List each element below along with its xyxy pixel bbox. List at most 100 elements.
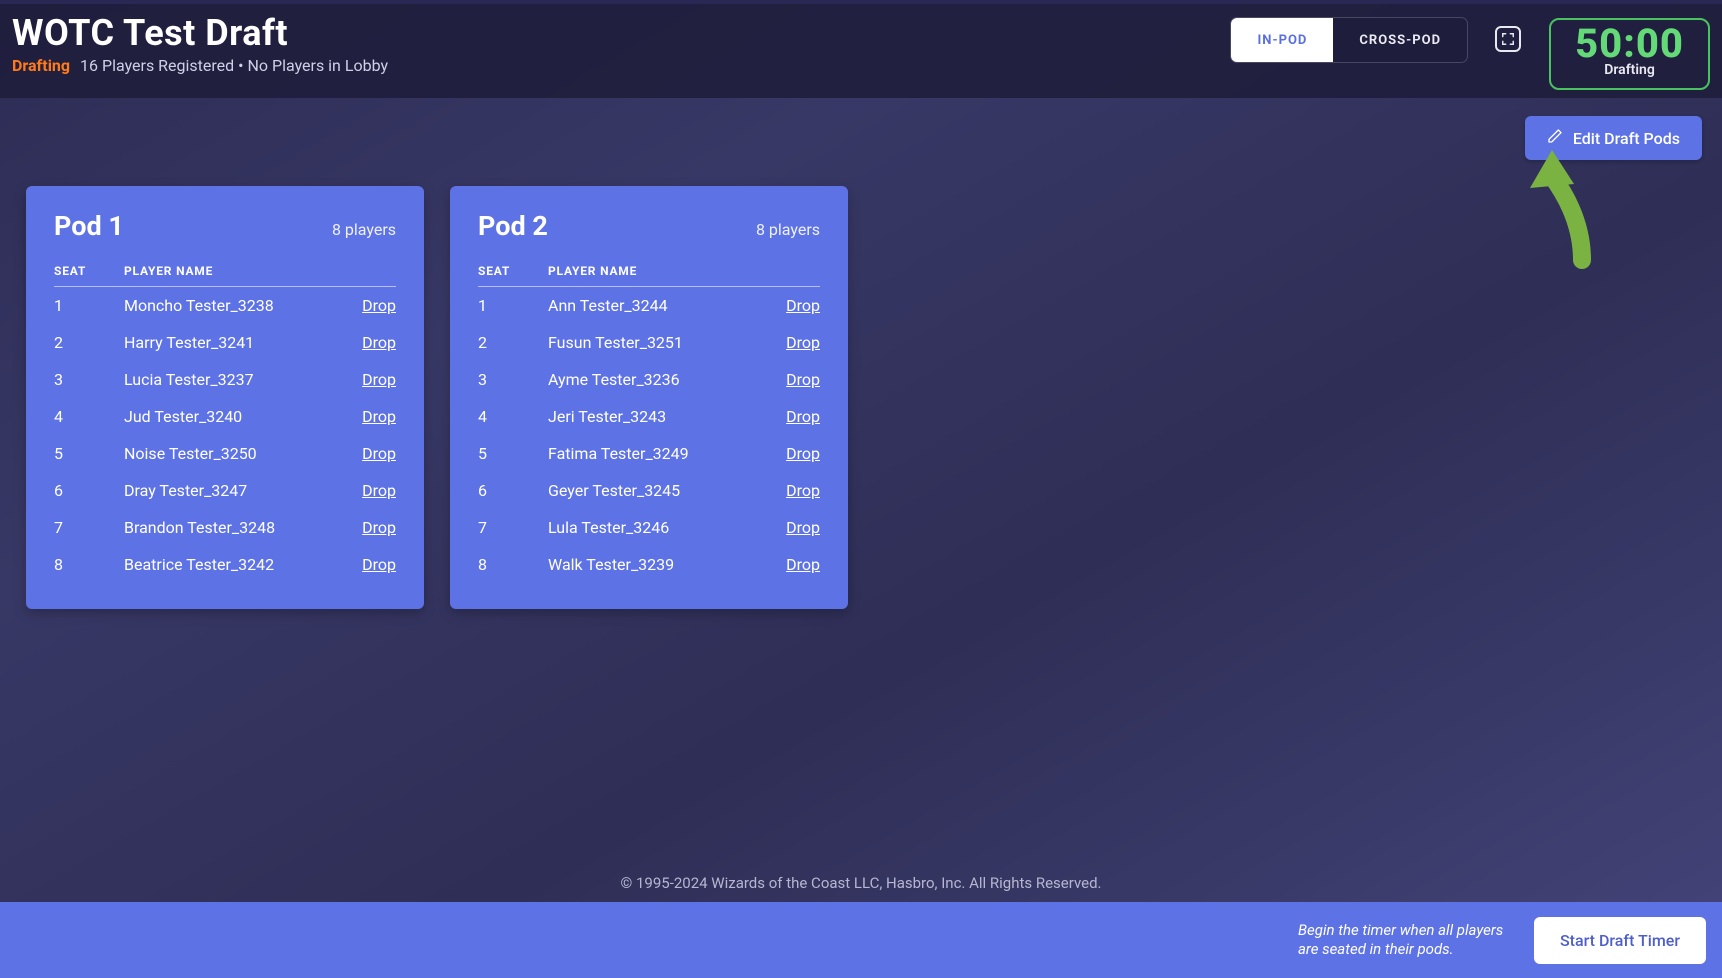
table-row: 4Jud Tester_3240Drop — [54, 398, 396, 435]
pod-table: SEATPLAYER NAME1Moncho Tester_3238Drop2H… — [54, 264, 396, 583]
col-header-player-name: PLAYER NAME — [548, 264, 760, 278]
table-row: 7Brandon Tester_3248Drop — [54, 509, 396, 546]
player-name: Harry Tester_3241 — [124, 333, 336, 352]
col-header-seat: SEAT — [54, 264, 124, 278]
player-name: Jeri Tester_3243 — [548, 407, 760, 426]
seat-number: 5 — [478, 444, 548, 463]
pod-header: Pod 1 8 players — [54, 210, 396, 242]
player-name: Lula Tester_3246 — [548, 518, 760, 537]
col-header-seat: SEAT — [478, 264, 548, 278]
seat-number: 2 — [478, 333, 548, 352]
subtitle-row: Drafting 16 Players Registered • No Play… — [12, 56, 388, 75]
seat-number: 8 — [478, 555, 548, 574]
player-name: Fatima Tester_3249 — [548, 444, 760, 463]
player-name: Fusun Tester_3251 — [548, 333, 760, 352]
pencil-icon — [1547, 128, 1563, 148]
table-row: 3Ayme Tester_3236Drop — [478, 361, 820, 398]
view-toggle-group: IN-POD CROSS-POD — [1231, 18, 1467, 62]
pod-card: Pod 2 8 players SEATPLAYER NAME 1Ann Tester… — [450, 186, 848, 609]
player-name: Walk Tester_3239 — [548, 555, 760, 574]
header-right: IN-POD CROSS-POD 50:00 Drafting — [1231, 18, 1710, 90]
drop-button[interactable]: Drop — [760, 444, 820, 463]
seat-number: 6 — [54, 481, 124, 500]
table-row: 2Fusun Tester_3251Drop — [478, 324, 820, 361]
table-row: 2Harry Tester_3241Drop — [54, 324, 396, 361]
player-name: Moncho Tester_3238 — [124, 296, 336, 315]
fullscreen-button[interactable] — [1495, 26, 1521, 52]
callout-arrow-icon — [1522, 150, 1602, 274]
drop-button[interactable]: Drop — [336, 444, 396, 463]
table-row: 1Moncho Tester_3238Drop — [54, 287, 396, 324]
drop-button[interactable]: Drop — [760, 518, 820, 537]
table-row: 6Dray Tester_3247Drop — [54, 472, 396, 509]
drop-button[interactable]: Drop — [760, 481, 820, 500]
seat-number: 7 — [54, 518, 124, 537]
tab-cross-pod[interactable]: CROSS-POD — [1333, 18, 1467, 62]
table-row: 8Walk Tester_3239Drop — [478, 546, 820, 583]
drop-button[interactable]: Drop — [336, 555, 396, 574]
seat-number: 4 — [478, 407, 548, 426]
table-row: 8Beatrice Tester_3242Drop — [54, 546, 396, 583]
bottom-bar: Begin the timer when all players are sea… — [0, 902, 1722, 978]
table-row: 5Fatima Tester_3249Drop — [478, 435, 820, 472]
drop-button[interactable]: Drop — [336, 481, 396, 500]
seat-number: 1 — [478, 296, 548, 315]
player-name: Geyer Tester_3245 — [548, 481, 760, 500]
player-name: Ann Tester_3244 — [548, 296, 760, 315]
player-name: Jud Tester_3240 — [124, 407, 336, 426]
pod-card: Pod 18 playersSEATPLAYER NAME1Moncho Tes… — [26, 186, 424, 609]
footer-copyright: © 1995-2024 Wizards of the Coast LLC, Ha… — [0, 866, 1722, 902]
status-badge: Drafting — [12, 56, 70, 75]
player-name: Dray Tester_3247 — [124, 481, 336, 500]
player-name: Brandon Tester_3248 — [124, 518, 336, 537]
drop-button[interactable]: Drop — [336, 333, 396, 352]
header-left: WOTC Test Draft Drafting 16 Players Regi… — [12, 12, 388, 75]
bottom-hint: Begin the timer when all players are sea… — [1298, 921, 1508, 959]
fullscreen-icon — [1501, 32, 1515, 46]
drop-button[interactable]: Drop — [760, 296, 820, 315]
seat-number: 1 — [54, 296, 124, 315]
pod-title: Pod 2 — [478, 210, 548, 242]
seat-number: 4 — [54, 407, 124, 426]
col-header-action — [760, 264, 820, 278]
pod-table: SEATPLAYER NAME1Ann Tester_3244Drop2Fusu… — [478, 264, 820, 583]
drop-button[interactable]: Drop — [760, 555, 820, 574]
toolbar: Edit Draft Pods — [0, 98, 1722, 160]
pod-player-count: 8 players — [332, 220, 396, 239]
pod-player-count: 8 players — [756, 220, 820, 239]
drop-button[interactable]: Drop — [760, 370, 820, 389]
edit-draft-pods-label: Edit Draft Pods — [1573, 129, 1680, 148]
seat-number: 3 — [54, 370, 124, 389]
col-header-player-name: PLAYER NAME — [124, 264, 336, 278]
table-row: 1Ann Tester_3244Drop — [478, 287, 820, 324]
pod-table-head: SEATPLAYER NAME — [54, 264, 396, 287]
drop-button[interactable]: Drop — [336, 370, 396, 389]
drop-button[interactable]: Drop — [760, 333, 820, 352]
pods-area: Pod 18 playersSEATPLAYER NAME1Moncho Tes… — [0, 160, 1722, 635]
seat-number: 2 — [54, 333, 124, 352]
page-title: WOTC Test Draft — [12, 12, 388, 54]
pod-header: Pod 2 8 players — [478, 210, 820, 242]
player-name: Noise Tester_3250 — [124, 444, 336, 463]
tab-in-pod[interactable]: IN-POD — [1231, 18, 1333, 62]
col-header-action — [336, 264, 396, 278]
drop-button[interactable]: Drop — [336, 518, 396, 537]
drop-button[interactable]: Drop — [336, 407, 396, 426]
seat-number: 5 — [54, 444, 124, 463]
seat-number: 3 — [478, 370, 548, 389]
start-draft-timer-button[interactable]: Start Draft Timer — [1534, 917, 1706, 964]
app-header: WOTC Test Draft Drafting 16 Players Regi… — [0, 0, 1722, 98]
player-name: Ayme Tester_3236 — [548, 370, 760, 389]
timer-time: 50:00 — [1575, 24, 1684, 64]
drop-button[interactable]: Drop — [336, 296, 396, 315]
player-name: Lucia Tester_3237 — [124, 370, 336, 389]
table-row: 3Lucia Tester_3237Drop — [54, 361, 396, 398]
table-row: 4Jeri Tester_3243Drop — [478, 398, 820, 435]
table-row: 5Noise Tester_3250Drop — [54, 435, 396, 472]
pod-title: Pod 1 — [54, 210, 124, 242]
seat-number: 6 — [478, 481, 548, 500]
timer-box: 50:00 Drafting — [1549, 18, 1710, 90]
drop-button[interactable]: Drop — [760, 407, 820, 426]
table-row: 6Geyer Tester_3245Drop — [478, 472, 820, 509]
player-name: Beatrice Tester_3242 — [124, 555, 336, 574]
